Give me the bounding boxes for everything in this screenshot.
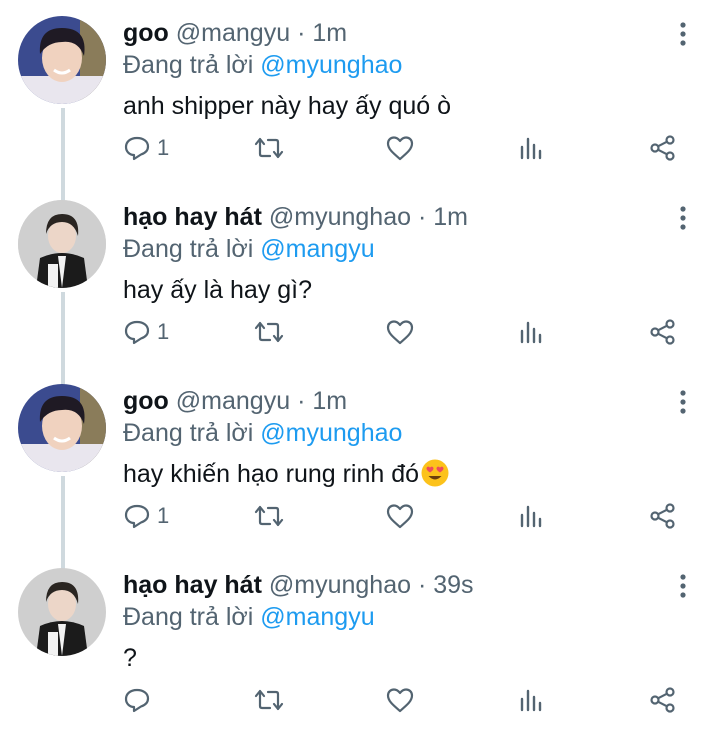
- share-button[interactable]: [648, 496, 678, 536]
- tweet[interactable]: hạo hay hát @myunghao · 1m Đang trả lời …: [0, 184, 720, 368]
- more-vertical-icon[interactable]: [672, 204, 694, 232]
- tweet-actions: 1: [0, 312, 720, 352]
- share-button[interactable]: [648, 680, 678, 720]
- replying-to-label: Đang trả lời: [123, 51, 261, 79]
- share-button[interactable]: [648, 312, 678, 352]
- retweet-button[interactable]: [253, 680, 285, 720]
- stats-button[interactable]: [517, 128, 545, 168]
- stats-button[interactable]: [517, 312, 545, 352]
- reply-button[interactable]: 1: [123, 312, 169, 352]
- more-vertical-icon[interactable]: [672, 20, 694, 48]
- avatar[interactable]: [18, 200, 106, 288]
- mention-link[interactable]: @mangyu: [260, 235, 374, 263]
- reply-icon: [124, 320, 150, 345]
- like-button[interactable]: [385, 496, 415, 536]
- avatar[interactable]: [18, 16, 106, 104]
- tweet-header: hạo hay hát @myunghao · 1m: [123, 202, 468, 232]
- stats-icon: [520, 505, 542, 528]
- mention-link[interactable]: @myunghao: [260, 51, 402, 79]
- avatar[interactable]: [18, 568, 106, 656]
- tweet-actions: [0, 680, 720, 720]
- share-icon: [650, 319, 675, 345]
- user-handle[interactable]: @mangyu: [176, 19, 290, 47]
- retweet-button[interactable]: [253, 496, 285, 536]
- separator-dot: ·: [297, 19, 306, 47]
- timestamp[interactable]: 1m: [312, 387, 347, 415]
- stats-icon: [520, 321, 542, 344]
- share-button[interactable]: [648, 128, 678, 168]
- share-icon: [650, 135, 675, 161]
- share-icon: [650, 687, 675, 713]
- replying-to: Đang trả lời @myunghao: [123, 50, 402, 80]
- tweet-text: anh shipper này hay ấy quó ò: [123, 92, 452, 120]
- tweet-text-body: hay khiến hạo rung rinh đó: [123, 460, 420, 488]
- retweet-icon: [254, 689, 284, 711]
- tweet-actions: 1: [0, 496, 720, 536]
- tweet[interactable]: hạo hay hát @myunghao · 39s Đang trả lời…: [0, 552, 720, 736]
- heart-icon: [386, 504, 414, 529]
- like-button[interactable]: [385, 312, 415, 352]
- reply-icon: [124, 136, 150, 161]
- timestamp[interactable]: 39s: [433, 571, 473, 599]
- replying-to-label: Đang trả lời: [123, 419, 261, 447]
- tweet-header: hạo hay hát @myunghao · 39s: [123, 570, 474, 600]
- retweet-button[interactable]: [253, 312, 285, 352]
- heart-icon: [386, 136, 414, 161]
- tweet-text: hay khiến hạo rung rinh đó: [123, 458, 450, 496]
- mention-link[interactable]: @myunghao: [260, 419, 402, 447]
- like-button[interactable]: [385, 680, 415, 720]
- separator-dot: ·: [417, 203, 427, 231]
- timestamp[interactable]: 1m: [312, 19, 347, 47]
- heart-icon: [386, 688, 414, 713]
- tweet-text: ?: [123, 644, 137, 672]
- share-icon: [650, 503, 675, 529]
- stats-button[interactable]: [517, 680, 545, 720]
- tweet-actions: 1: [0, 128, 720, 168]
- tweet-text: hay ấy là hay gì?: [123, 276, 313, 304]
- reply-count: 1: [157, 503, 170, 528]
- more-vertical-icon[interactable]: [672, 572, 694, 600]
- more-vertical-icon[interactable]: [672, 388, 694, 416]
- timestamp[interactable]: 1m: [433, 203, 468, 231]
- reply-button[interactable]: [123, 680, 157, 720]
- replying-to: Đang trả lời @myunghao: [123, 418, 402, 448]
- reply-icon: [124, 688, 150, 713]
- separator-dot: ·: [417, 571, 427, 599]
- like-button[interactable]: [385, 128, 415, 168]
- separator-dot: ·: [297, 387, 306, 415]
- avatar[interactable]: [18, 384, 106, 472]
- display-name[interactable]: goo: [123, 19, 169, 47]
- display-name[interactable]: hạo hay hát: [123, 203, 262, 231]
- retweet-icon: [254, 137, 284, 159]
- stats-button[interactable]: [517, 496, 545, 536]
- reply-thread: goo @mangyu · 1m Đang trả lời @myunghao …: [0, 0, 720, 738]
- reply-icon: [124, 504, 150, 529]
- stats-icon: [520, 689, 542, 712]
- display-name[interactable]: goo: [123, 387, 169, 415]
- retweet-button[interactable]: [253, 128, 285, 168]
- replying-to-label: Đang trả lời: [123, 603, 261, 631]
- replying-to-label: Đang trả lời: [123, 235, 261, 263]
- retweet-icon: [254, 321, 284, 343]
- mention-link[interactable]: @mangyu: [260, 603, 374, 631]
- display-name[interactable]: hạo hay hát: [123, 571, 262, 599]
- stats-icon: [520, 137, 542, 160]
- reply-count: 1: [157, 319, 170, 344]
- tweet-header: goo @mangyu · 1m: [123, 386, 347, 416]
- heart-icon: [386, 320, 414, 345]
- tweet[interactable]: goo @mangyu · 1m Đang trả lời @myunghao …: [0, 368, 720, 552]
- retweet-icon: [254, 505, 284, 527]
- user-handle[interactable]: @myunghao: [269, 203, 411, 231]
- reply-button[interactable]: 1: [123, 496, 169, 536]
- tweet[interactable]: goo @mangyu · 1m Đang trả lời @myunghao …: [0, 0, 720, 184]
- reply-button[interactable]: 1: [123, 128, 169, 168]
- heart-eyes-emoji-icon: [420, 458, 450, 496]
- reply-count: 1: [157, 135, 170, 160]
- replying-to: Đang trả lời @mangyu: [123, 234, 375, 264]
- user-handle[interactable]: @mangyu: [176, 387, 290, 415]
- replying-to: Đang trả lời @mangyu: [123, 602, 375, 632]
- tweet-header: goo @mangyu · 1m: [123, 18, 347, 48]
- user-handle[interactable]: @myunghao: [269, 571, 411, 599]
